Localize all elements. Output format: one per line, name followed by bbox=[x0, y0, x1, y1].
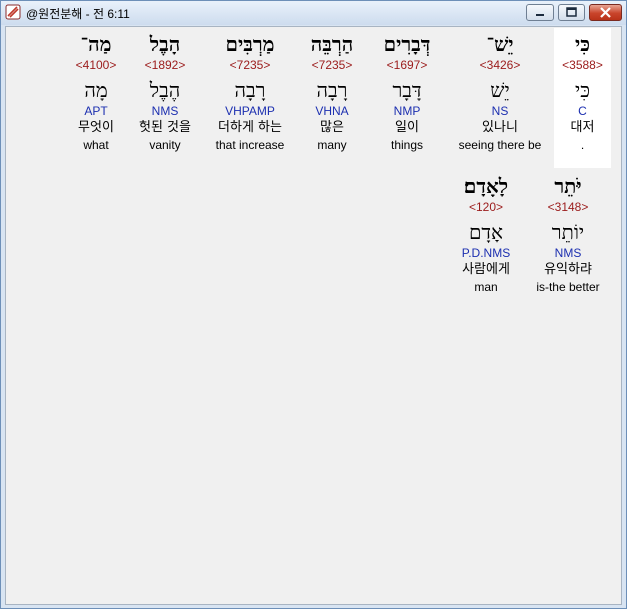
word-block[interactable]: מַה־ <4100> מָה APT 무엇이 what bbox=[68, 31, 124, 153]
hebrew-lemma: יוֹתֵר bbox=[551, 220, 585, 244]
word-block[interactable]: הָבֶל <1892> הֶבֶל NMS 헛된 것을 vanity bbox=[132, 31, 198, 153]
english-gloss: things bbox=[390, 138, 424, 152]
korean-gloss: 헛된 것을 bbox=[139, 120, 191, 135]
verse-analysis-pane[interactable]: כִּי <3588> כִּי C 대저 . יֵשׁ־ <3426> יֵש… bbox=[5, 26, 622, 605]
english-gloss: seeing there be bbox=[458, 138, 542, 152]
close-icon bbox=[600, 7, 611, 18]
morphology-code: APT bbox=[84, 104, 108, 118]
english-gloss: vanity bbox=[149, 138, 181, 152]
hebrew-lemma: הֶבֶל bbox=[149, 78, 181, 102]
korean-gloss: 일이 bbox=[395, 120, 419, 135]
hebrew-word: הַרְבֵּה bbox=[310, 32, 354, 56]
english-gloss: . bbox=[580, 138, 585, 152]
app-window: @원전분해 - 전 6:11 כִּי <3588> כִּי C 대저 . י… bbox=[0, 0, 627, 609]
morphology-code: NMS bbox=[554, 246, 582, 260]
hebrew-word: דְּבָרִים bbox=[383, 32, 431, 56]
close-button[interactable] bbox=[589, 4, 622, 21]
strong-number[interactable]: <3148> bbox=[530, 199, 606, 215]
hebrew-lemma: אָדָם bbox=[468, 220, 504, 244]
hebrew-word: יֹּתֵר bbox=[554, 174, 582, 198]
minimize-icon bbox=[536, 14, 544, 16]
hebrew-word: יֵשׁ־ bbox=[486, 32, 514, 56]
strong-number[interactable]: <1697> bbox=[372, 57, 442, 73]
english-gloss: man bbox=[474, 280, 498, 294]
word-block[interactable]: יֵשׁ־ <3426> יֵשׁ NS 있나니 seeing there be bbox=[450, 31, 550, 153]
korean-gloss: 있나니 bbox=[482, 120, 518, 135]
english-gloss: many bbox=[317, 138, 347, 152]
morphology-code: P.D.NMS bbox=[461, 246, 511, 260]
morphology-code: NMP bbox=[393, 104, 421, 118]
morphology-code: VHNA bbox=[315, 104, 349, 118]
morphology-code: NS bbox=[491, 104, 509, 118]
strong-number[interactable]: <1892> bbox=[132, 57, 198, 73]
hebrew-lemma: דָּבָר bbox=[392, 78, 422, 102]
hebrew-word: מַרְבִּים bbox=[225, 32, 275, 56]
english-gloss: is-the better bbox=[536, 280, 600, 294]
word-block[interactable]: הַרְבֵּה <7235> רָבָה VHNA 많은 many bbox=[300, 31, 364, 153]
korean-gloss: 사람에게 bbox=[462, 262, 510, 277]
hebrew-lemma: כִּי bbox=[574, 78, 591, 102]
strong-number[interactable]: <120> bbox=[452, 199, 520, 215]
strong-number[interactable]: <7235> bbox=[208, 57, 292, 73]
morphology-code: NMS bbox=[151, 104, 179, 118]
english-gloss: what bbox=[83, 138, 109, 152]
maximize-button[interactable] bbox=[558, 4, 585, 21]
hebrew-lemma: יֵשׁ bbox=[490, 78, 510, 102]
app-icon bbox=[5, 4, 21, 20]
korean-gloss: 유익하랴 bbox=[544, 262, 592, 277]
word-block[interactable]: יֹּתֵר <3148> יוֹתֵר NMS 유익하랴 is-the bet… bbox=[530, 173, 606, 295]
hebrew-word: הָבֶל bbox=[149, 32, 181, 56]
title-bar[interactable]: @원전분해 - 전 6:11 bbox=[1, 1, 626, 25]
hebrew-word: כִּי bbox=[574, 32, 591, 56]
hebrew-word: מַה־ bbox=[80, 32, 112, 56]
korean-gloss: 많은 bbox=[320, 120, 344, 135]
maximize-icon bbox=[566, 7, 577, 17]
hebrew-lemma: רָבָה bbox=[234, 78, 266, 102]
korean-gloss: 더하게 하는 bbox=[218, 120, 282, 135]
hebrew-lemma: מָה bbox=[84, 78, 108, 102]
word-block[interactable]: לָאָדָם׃ <120> אָדָם P.D.NMS 사람에게 man bbox=[452, 173, 520, 295]
word-block[interactable]: מַרְבִּים <7235> רָבָה VHPAMP 더하게 하는 tha… bbox=[208, 31, 292, 153]
morphology-code: VHPAMP bbox=[225, 104, 275, 118]
english-gloss: that increase bbox=[215, 138, 285, 152]
korean-gloss: 무엇이 bbox=[78, 120, 114, 135]
strong-number[interactable]: <3588> bbox=[554, 57, 611, 73]
word-block[interactable]: כִּי <3588> כִּי C 대저 . bbox=[554, 31, 611, 153]
strong-number[interactable]: <4100> bbox=[68, 57, 124, 73]
strong-number[interactable]: <3426> bbox=[450, 57, 550, 73]
hebrew-word: לָאָדָם׃ bbox=[463, 174, 509, 198]
morphology-code: C bbox=[578, 104, 587, 118]
word-block[interactable]: דְּבָרִים <1697> דָּבָר NMP 일이 things bbox=[372, 31, 442, 153]
korean-gloss: 대저 bbox=[570, 120, 595, 135]
strong-number[interactable]: <7235> bbox=[300, 57, 364, 73]
hebrew-lemma: רָבָה bbox=[316, 78, 348, 102]
minimize-button[interactable] bbox=[526, 4, 554, 21]
window-title: @원전분해 - 전 6:11 bbox=[26, 7, 130, 21]
